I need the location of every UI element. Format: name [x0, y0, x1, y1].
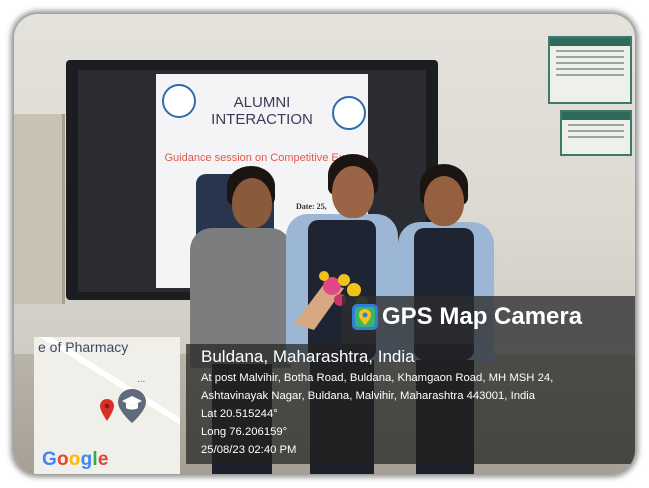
gps-brand-text: GPS Map Camera [382, 303, 583, 330]
google-logo: Google [42, 449, 109, 470]
gps-info-panel: Buldana, Maharashtra, India At post Malv… [186, 344, 635, 464]
wall-poster-top [548, 36, 632, 104]
photo-frame: ALUMNI INTERACTION Guidance session on C… [14, 14, 635, 474]
gps-address-line-2: Ashtavinayak Nagar, Buldana, Malvihir, M… [201, 390, 536, 402]
gps-latitude: Lat 20.515244° [201, 408, 278, 420]
wall-poster-bottom [560, 110, 632, 156]
gps-address-line-1: At post Malvihir, Botha Road, Buldana, K… [201, 372, 554, 384]
map-more-icon: ... [137, 374, 146, 385]
gps-header: GPS Map Camera [342, 296, 635, 344]
gps-longitude: Long 76.206159° [201, 426, 288, 438]
door [14, 114, 65, 304]
location-pin-icon [100, 399, 114, 421]
gps-datetime: 25/08/23 02:40 PM [201, 444, 297, 456]
graduation-cap-icon [118, 389, 146, 423]
gps-map-camera-icon [352, 304, 378, 330]
map-place-label: e of Pharmacy [38, 339, 129, 355]
gps-location: Buldana, Maharashtra, India [201, 347, 415, 366]
slide-title: ALUMNI INTERACTION [211, 94, 313, 128]
slide-date: Date: 25, [296, 202, 327, 211]
map-thumbnail[interactable]: e of Pharmacy ... Google [34, 337, 180, 474]
